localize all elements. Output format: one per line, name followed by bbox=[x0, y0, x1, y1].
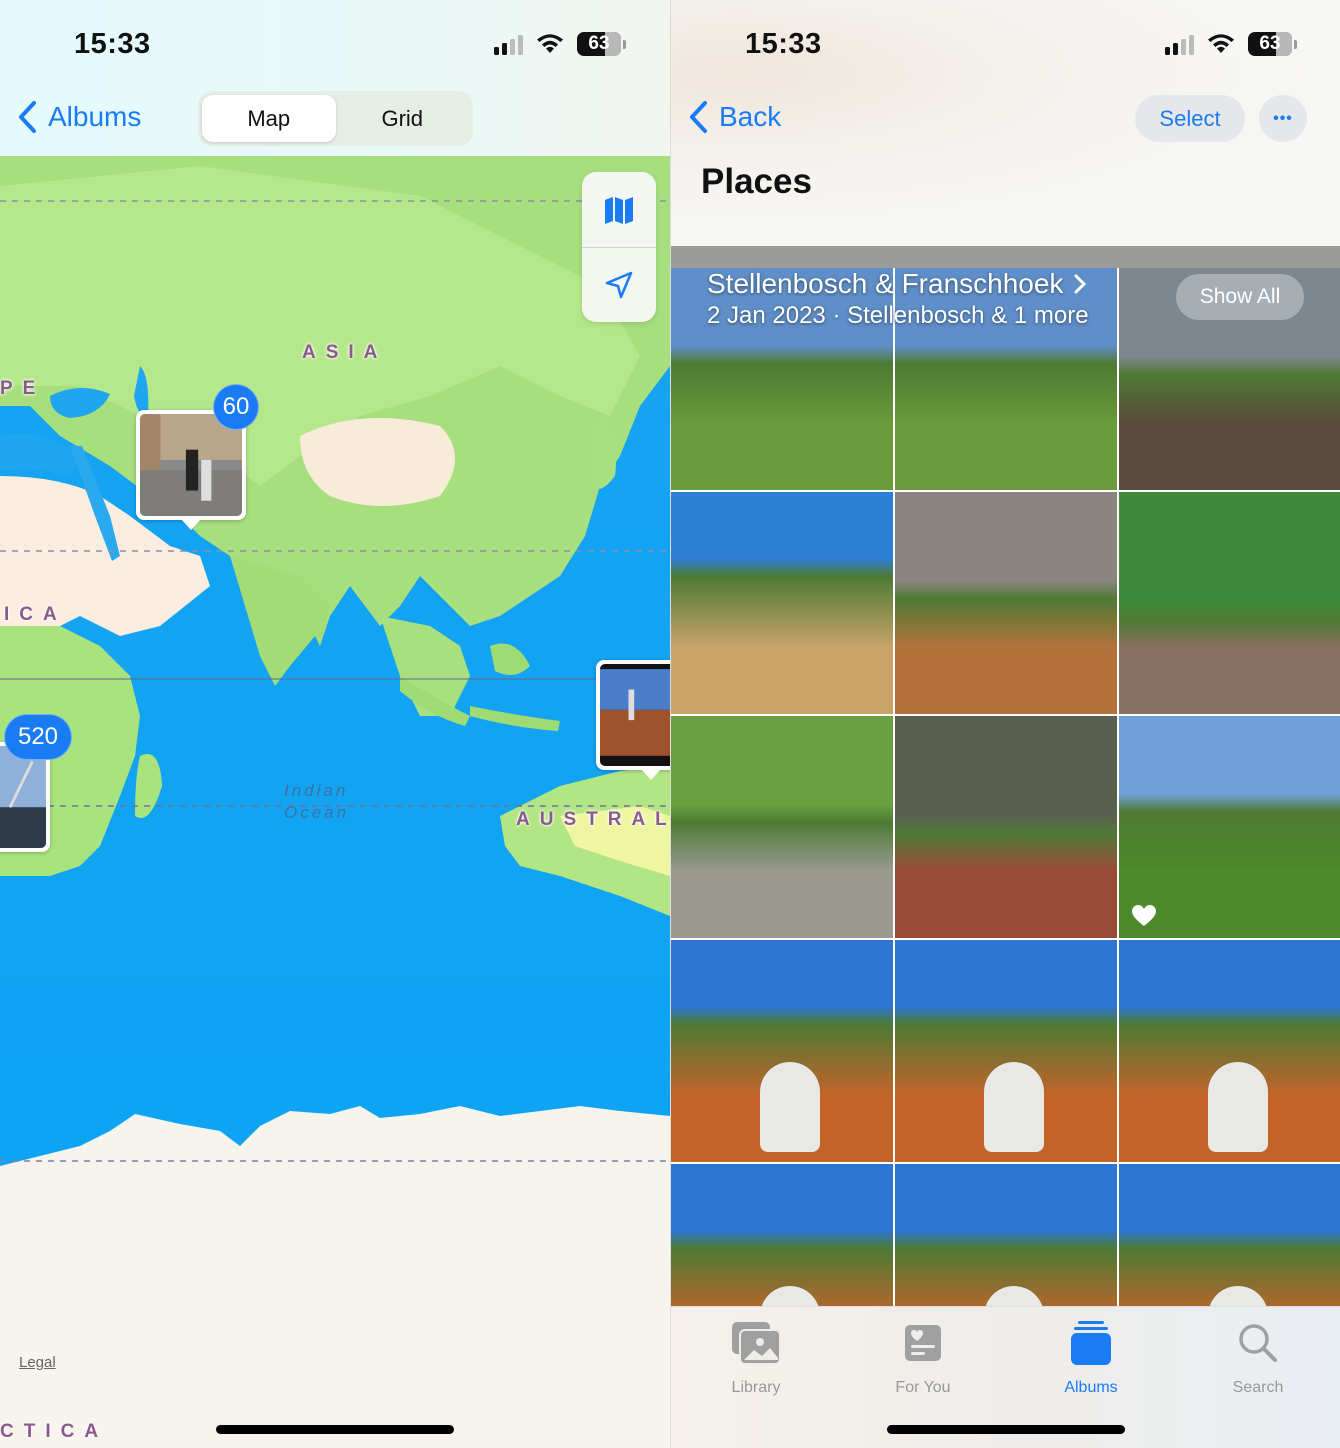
tab-albums[interactable]: Albums bbox=[1026, 1315, 1156, 1397]
photo-thumbnail[interactable] bbox=[1119, 940, 1340, 1162]
map-mode-button[interactable] bbox=[582, 172, 656, 247]
section-header: Stellenbosch & Franschhoek 2 Jan 2023 · … bbox=[671, 268, 1340, 340]
segment-grid[interactable]: Grid bbox=[336, 95, 470, 142]
photo-thumbnail[interactable] bbox=[1119, 492, 1340, 714]
sculpture-shape bbox=[759, 1062, 820, 1152]
albums-icon bbox=[1071, 1321, 1111, 1365]
pin-count-badge[interactable]: 60 bbox=[213, 384, 259, 430]
view-segmented-control: Map Grid bbox=[198, 91, 473, 146]
map-label-australia: AUSTRALI bbox=[516, 809, 670, 830]
pin-tail bbox=[641, 769, 661, 780]
back-button[interactable]: Back bbox=[687, 100, 781, 134]
status-time: 15:33 bbox=[745, 28, 822, 60]
map-view-screen: ASIA PE ICA AUSTRALI CTICA Indian Ocean bbox=[0, 0, 670, 1448]
ocean-label-line2: Ocean bbox=[284, 803, 350, 822]
ocean-label-line1: Indian bbox=[284, 781, 349, 800]
page-title: Places bbox=[701, 162, 812, 201]
status-bar: 15:33 63 bbox=[0, 0, 670, 90]
back-to-albums-button[interactable]: Albums bbox=[16, 100, 141, 134]
battery-cap bbox=[623, 39, 626, 49]
section-title-link[interactable]: Stellenbosch & Franschhoek bbox=[707, 268, 1087, 300]
chevron-left-icon bbox=[690, 101, 707, 133]
tab-library[interactable]: Library bbox=[691, 1315, 821, 1397]
more-options-button[interactable]: ••• bbox=[1259, 95, 1307, 142]
battery-icon: 63 bbox=[577, 32, 621, 56]
map-label-europe: PE bbox=[0, 378, 46, 399]
world-map[interactable]: ASIA PE ICA AUSTRALI CTICA Indian Ocean bbox=[0, 156, 670, 1448]
pin-thumbnail bbox=[0, 746, 46, 848]
photo-thumbnail[interactable] bbox=[895, 940, 1117, 1162]
photo-pin-australia[interactable] bbox=[596, 660, 670, 780]
map-controls bbox=[582, 172, 656, 322]
pin-thumbnail bbox=[600, 664, 670, 766]
sculpture-shape bbox=[1207, 1062, 1268, 1152]
map-label-antarctica: CTICA bbox=[0, 1421, 109, 1442]
for-you-icon bbox=[905, 1325, 941, 1361]
chevron-right-icon bbox=[1074, 274, 1087, 294]
search-icon bbox=[1239, 1324, 1277, 1362]
location-arrow-icon bbox=[605, 271, 633, 299]
segment-map[interactable]: Map bbox=[202, 95, 336, 142]
wifi-icon bbox=[537, 34, 563, 53]
photo-thumbnail[interactable] bbox=[895, 716, 1117, 938]
photo-thumbnail[interactable] bbox=[671, 492, 893, 714]
map-label-asia: ASIA bbox=[302, 342, 388, 363]
cellular-signal-icon bbox=[494, 33, 523, 55]
places-screen: Back Select ••• Places Stellenbosch & Fr… bbox=[670, 0, 1340, 1448]
photo-thumbnail[interactable] bbox=[895, 492, 1117, 714]
map-label-indian-ocean: Indian Ocean bbox=[284, 780, 349, 824]
photo-thumbnail[interactable] bbox=[1119, 716, 1340, 938]
chevron-left-icon bbox=[19, 101, 36, 133]
wifi-icon bbox=[1208, 34, 1234, 53]
photo-library-icon bbox=[732, 1322, 781, 1365]
battery-icon: 63 bbox=[1248, 32, 1292, 56]
section-header-band bbox=[671, 246, 1340, 268]
show-all-button[interactable]: Show All bbox=[1176, 274, 1304, 320]
pin-thumbnail bbox=[140, 414, 242, 516]
tab-label: Search bbox=[1232, 1379, 1284, 1396]
favorite-heart-icon bbox=[1132, 905, 1156, 926]
section-subtitle: 2 Jan 2023 · Stellenbosch & 1 more bbox=[707, 302, 1089, 329]
status-time: 15:33 bbox=[74, 28, 151, 60]
status-icons: 63 bbox=[1165, 32, 1297, 56]
status-bar: 15:33 63 bbox=[671, 0, 1340, 90]
section-title: Stellenbosch & Franschhoek bbox=[707, 268, 1064, 299]
battery-cap bbox=[1294, 39, 1297, 49]
battery-level: 63 bbox=[588, 33, 610, 54]
tab-label: Library bbox=[731, 1379, 781, 1396]
pin-count-badge[interactable]: 520 bbox=[4, 714, 72, 760]
photo-thumbnail[interactable] bbox=[671, 940, 893, 1162]
tab-for-you[interactable]: For You bbox=[858, 1315, 988, 1397]
home-indicator bbox=[886, 1425, 1125, 1434]
home-indicator bbox=[216, 1425, 454, 1434]
tab-label: Albums bbox=[1064, 1379, 1118, 1396]
photo-grid bbox=[671, 268, 1340, 1386]
ellipsis-icon: ••• bbox=[1273, 109, 1293, 127]
status-icons: 63 bbox=[494, 32, 626, 56]
back-label: Albums bbox=[48, 101, 142, 132]
sculpture-shape bbox=[983, 1062, 1044, 1152]
photo-thumbnail[interactable] bbox=[671, 716, 893, 938]
map-icon bbox=[605, 196, 633, 224]
current-location-button[interactable] bbox=[582, 247, 656, 322]
back-label: Back bbox=[719, 101, 782, 132]
tab-search[interactable]: Search bbox=[1193, 1315, 1323, 1397]
tab-label: For You bbox=[895, 1379, 951, 1396]
pin-tail bbox=[181, 519, 201, 530]
cellular-signal-icon bbox=[1165, 33, 1194, 55]
select-button[interactable]: Select bbox=[1135, 95, 1245, 142]
legal-link[interactable]: Legal bbox=[19, 1354, 56, 1371]
map-label-africa: ICA bbox=[4, 604, 67, 625]
battery-level: 63 bbox=[1259, 33, 1281, 54]
